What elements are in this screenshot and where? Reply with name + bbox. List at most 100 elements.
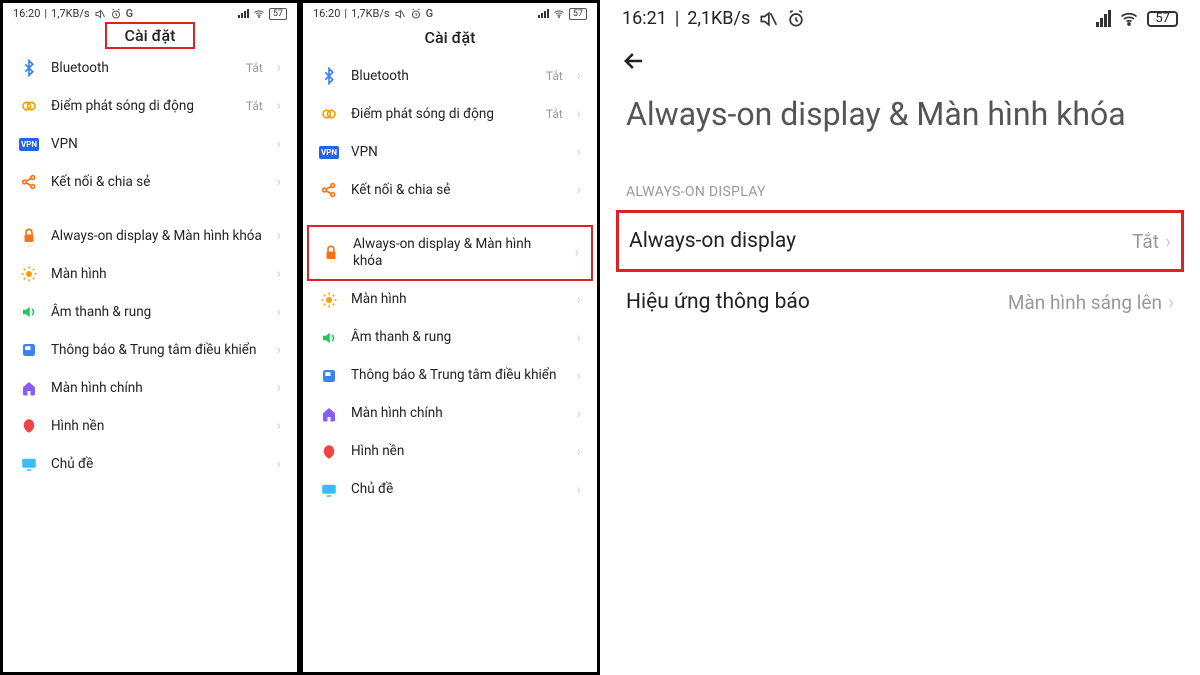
section-header: ALWAYS-ON DISPLAY (600, 144, 1200, 210)
setting-row-notification-effect[interactable]: Hiệu ứng thông báo Màn hình sáng lên › (600, 272, 1200, 332)
item-label: VPN (351, 144, 565, 161)
chevron-right-icon: › (577, 330, 581, 346)
page-title: Always-on display & Màn hình khóa (600, 81, 1200, 144)
status-bar: 16:20 | 1,7KB/s G 57 (3, 3, 297, 22)
item-label: Always-on display & Màn hình khóa (353, 236, 563, 270)
chevron-right-icon: › (277, 266, 281, 282)
mute-icon (758, 9, 778, 29)
status-time: 16:21 (622, 8, 667, 29)
signal-icon (238, 9, 249, 18)
item-label: VPN (51, 136, 265, 153)
alarm-icon (110, 8, 122, 20)
alarm-icon (786, 9, 806, 29)
item-label: Bluetooth (351, 68, 534, 85)
settings-item-notifications[interactable]: Thông báo & Trung tâm điều khiển › (7, 331, 293, 369)
aod-lockscreen-screen: 16:21 | 2,1KB/s 57 Always-on display & M… (600, 0, 1200, 675)
chevron-right-icon: › (277, 418, 281, 434)
item-label: Chủ đề (351, 481, 565, 498)
theme-icon (19, 454, 39, 474)
status-rate: 2,1KB/s (687, 8, 750, 29)
row-label: Always-on display (629, 229, 796, 253)
back-button[interactable] (600, 33, 1200, 81)
chevron-right-icon: › (577, 368, 581, 384)
settings-item-display[interactable]: Màn hình › (7, 255, 293, 293)
hotspot-icon (19, 96, 39, 116)
settings-item-display[interactable]: Màn hình › (307, 281, 593, 319)
sun-icon (19, 264, 39, 284)
item-value: Tắt (546, 69, 563, 83)
wifi-icon (1119, 9, 1139, 29)
chevron-right-icon: › (1168, 290, 1174, 314)
signal-icon (538, 9, 549, 18)
chevron-right-icon: › (277, 228, 281, 244)
vpn-icon: VPN (319, 142, 339, 162)
settings-list: Bluetooth Tắt › Điểm phát sóng di động T… (303, 57, 597, 509)
settings-item-sound[interactable]: Âm thanh & rung › (307, 319, 593, 357)
chevron-right-icon: › (277, 60, 281, 76)
vpn-icon: VPN (19, 134, 39, 154)
item-label: Điểm phát sóng di động (351, 106, 534, 123)
settings-item-connect-share[interactable]: Kết nối & chia sẻ › (7, 163, 293, 201)
item-label: Kết nối & chia sẻ (51, 174, 265, 191)
sound-icon (19, 302, 39, 322)
settings-item-hotspot[interactable]: Điểm phát sóng di động Tắt › (307, 95, 593, 133)
chevron-right-icon: › (577, 68, 581, 84)
item-label: Âm thanh & rung (51, 304, 265, 321)
chevron-right-icon: › (277, 98, 281, 114)
item-label: Hình nền (51, 418, 265, 435)
row-label: Hiệu ứng thông báo (626, 290, 810, 314)
chevron-right-icon: › (577, 144, 581, 160)
chevron-right-icon: › (575, 245, 579, 261)
chevron-right-icon: › (577, 482, 581, 498)
chevron-right-icon: › (577, 292, 581, 308)
settings-item-wallpaper[interactable]: Hình nền › (307, 433, 593, 471)
settings-screen-step2: 16:20 | 1,7KB/s G 57 Cài đặt Bluetooth T… (300, 0, 600, 675)
lock-icon (321, 243, 341, 263)
settings-screen-step1: 16:20 | 1,7KB/s G 57 Cài đặt Bluetooth T… (0, 0, 300, 675)
item-label: Bluetooth (51, 60, 234, 77)
lock-icon (19, 226, 39, 246)
settings-item-home[interactable]: Màn hình chính › (307, 395, 593, 433)
settings-item-aod-lockscreen[interactable]: Always-on display & Màn hình khóa › (307, 225, 593, 281)
settings-item-bluetooth[interactable]: Bluetooth Tắt › (7, 49, 293, 87)
share-icon (319, 180, 339, 200)
sound-icon (319, 328, 339, 348)
settings-item-hotspot[interactable]: Điểm phát sóng di động Tắt › (7, 87, 293, 125)
settings-item-themes[interactable]: Chủ đề › (7, 445, 293, 483)
row-value: Tắt (1132, 230, 1159, 253)
settings-item-home[interactable]: Màn hình chính › (7, 369, 293, 407)
settings-item-connect-share[interactable]: Kết nối & chia sẻ › (307, 171, 593, 209)
status-time: 16:20 (13, 7, 40, 20)
chevron-right-icon: › (577, 444, 581, 460)
item-label: Điểm phát sóng di động (51, 98, 234, 115)
bluetooth-icon (19, 58, 39, 78)
setting-row-aod[interactable]: Always-on display Tắt › (616, 210, 1184, 272)
item-label: Hình nền (351, 443, 565, 460)
item-label: Màn hình chính (51, 380, 265, 397)
chevron-right-icon: › (577, 406, 581, 422)
google-icon: G (126, 7, 134, 20)
item-label: Thông báo & Trung tâm điều khiển (51, 342, 265, 359)
alarm-icon (410, 8, 422, 20)
settings-item-wallpaper[interactable]: Hình nền › (7, 407, 293, 445)
settings-item-sound[interactable]: Âm thanh & rung › (7, 293, 293, 331)
settings-item-vpn[interactable]: VPN VPN › (7, 125, 293, 163)
wallpaper-icon (19, 416, 39, 436)
settings-item-themes[interactable]: Chủ đề › (307, 471, 593, 509)
share-icon (19, 172, 39, 192)
settings-item-vpn[interactable]: VPN VPN › (307, 133, 593, 171)
page-title: Cài đặt (105, 22, 196, 49)
settings-item-notifications[interactable]: Thông báo & Trung tâm điều khiển › (307, 357, 593, 395)
status-bar: 16:21 | 2,1KB/s 57 (600, 0, 1200, 33)
settings-item-bluetooth[interactable]: Bluetooth Tắt › (307, 57, 593, 95)
chevron-right-icon: › (277, 380, 281, 396)
settings-item-aod-lockscreen[interactable]: Always-on display & Màn hình khóa › (7, 217, 293, 255)
settings-list: Bluetooth Tắt › Điểm phát sóng di động T… (3, 49, 297, 483)
status-rate: 1,7KB/s (351, 7, 390, 20)
battery-icon: 57 (1147, 11, 1178, 27)
mute-icon (394, 8, 406, 20)
signal-icon (1096, 10, 1111, 27)
wifi-icon (253, 8, 265, 20)
chevron-right-icon: › (277, 456, 281, 472)
status-time: 16:20 (313, 7, 340, 20)
